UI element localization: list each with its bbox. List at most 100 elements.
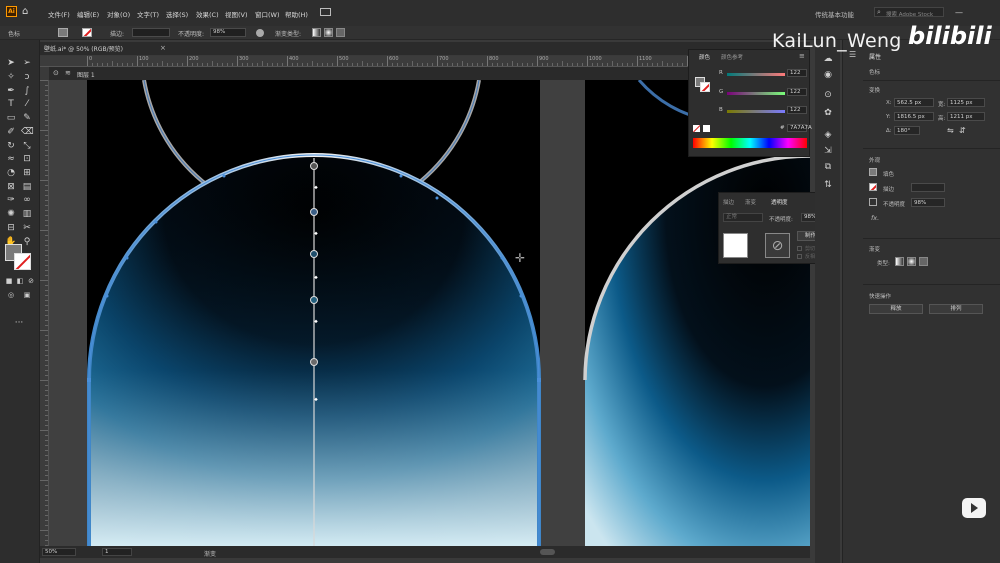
fx-button[interactable]: fx. (871, 214, 879, 222)
angle-field[interactable]: 180° (894, 126, 920, 135)
artboard-tool-icon[interactable]: ⊟ (5, 223, 17, 233)
home-icon[interactable]: ⌂ (22, 7, 28, 17)
perspective-grid-icon[interactable]: ⊞ (21, 168, 33, 178)
channel-g-slider[interactable] (727, 92, 785, 95)
arrange-documents-icon[interactable] (320, 8, 331, 16)
export-icon[interactable]: ⇲ (823, 146, 833, 156)
mesh-tool-icon[interactable]: ⊠ (5, 182, 17, 192)
rectangle-tool-icon[interactable]: ▭ (5, 113, 17, 123)
search-stock-field[interactable]: ⌕ 搜索 Adobe Stock (874, 7, 944, 18)
direct-selection-tool-icon[interactable]: ➢ (21, 58, 33, 68)
menu-type[interactable]: 文字(T) (137, 9, 159, 19)
fill-swatch[interactable] (58, 28, 68, 37)
tab-transparency[interactable]: 透明度 (771, 198, 788, 206)
stroke-weight-field[interactable] (911, 183, 945, 192)
menu-effect[interactable]: 效果(C) (196, 9, 219, 19)
channel-b-slider[interactable] (727, 110, 785, 113)
arrange-button[interactable]: 排列 (929, 304, 983, 314)
free-transform-icon[interactable]: ⊡ (21, 154, 33, 164)
horizontal-scrollbar[interactable] (540, 549, 555, 555)
menu-object[interactable]: 对象(O) (107, 9, 130, 19)
menu-view[interactable]: 视图(V) (225, 9, 248, 19)
fill-swatch[interactable] (869, 168, 877, 176)
layers-panel-icon[interactable]: ◈ (823, 130, 833, 140)
freeform-gradient-button[interactable] (336, 28, 345, 37)
flip-vertical-icon[interactable]: ⇵ (959, 126, 966, 135)
blend-tool-icon[interactable]: ∞ (21, 195, 33, 205)
panel-menu-icon[interactable]: ≡ (799, 52, 805, 60)
channel-g-value[interactable]: 122 (787, 88, 807, 96)
graph-tool-icon[interactable]: ▥ (21, 209, 33, 219)
radial-gradient-button[interactable] (324, 28, 333, 37)
eyedropper-icon[interactable]: ✑ (5, 195, 17, 205)
clip-checkbox[interactable] (797, 246, 802, 251)
opacity-field[interactable]: 98% (911, 198, 945, 207)
document-tab[interactable]: 壁纸.ai* @ 50% (RGB/预览) (44, 44, 123, 53)
curvature-tool-icon[interactable]: ∫ (21, 86, 33, 96)
more-tools-icon[interactable]: ··· (13, 318, 25, 328)
recolor-icon[interactable] (256, 29, 264, 37)
brushes-icon[interactable]: ✿ (823, 108, 833, 118)
draw-mode-icon[interactable]: ◎ (5, 290, 17, 300)
menu-window[interactable]: 窗口(W) (255, 9, 280, 19)
minimize-icon[interactable]: — (955, 8, 963, 17)
linear-gradient-button[interactable] (312, 28, 321, 37)
close-tab-icon[interactable]: × (160, 44, 166, 52)
properties-title[interactable]: 属性 (869, 52, 881, 61)
libraries-icon[interactable]: ☁ (823, 54, 833, 64)
opacity-field[interactable]: 98% (210, 28, 246, 37)
shape-builder-icon[interactable]: ◔ (5, 168, 17, 178)
screen-mode-icon[interactable]: ▣ (21, 290, 33, 300)
white-swatch[interactable] (703, 125, 710, 132)
channel-b-value[interactable]: 122 (787, 106, 807, 114)
menu-file[interactable]: 文件(F) (48, 9, 70, 19)
menu-select[interactable]: 选择(S) (166, 9, 188, 19)
lasso-icon[interactable]: ↄ (21, 72, 33, 82)
linear-gradient-button[interactable] (895, 257, 904, 266)
gradient-tool-icon[interactable]: ▤ (21, 182, 33, 192)
x-field[interactable]: 562.5 px (894, 98, 934, 107)
pen-tool-icon[interactable]: ✒ (5, 86, 17, 96)
radial-gradient-button[interactable] (907, 257, 916, 266)
slice-tool-icon[interactable]: ✂ (21, 223, 33, 233)
none-mode-icon[interactable]: ⊘ (25, 276, 37, 286)
tab-color[interactable]: 颜色 (699, 53, 710, 61)
workspace-switcher[interactable]: 传统基本功能 (815, 9, 854, 19)
type-tool-icon[interactable]: T (5, 99, 17, 109)
vertical-ruler[interactable] (40, 80, 49, 546)
color-panel-icon[interactable]: ◉ (823, 70, 833, 80)
none-swatch[interactable] (693, 125, 700, 132)
hex-value[interactable]: 7A7A7A (787, 124, 812, 132)
selection-tool-icon[interactable]: ➤ (5, 58, 17, 68)
layer-name[interactable]: 图层 1 (77, 70, 95, 79)
stroke-swatch[interactable] (869, 183, 877, 191)
zoom-field[interactable]: 50% (42, 548, 76, 556)
channel-r-slider[interactable] (727, 73, 785, 76)
freeform-gradient-button[interactable] (919, 257, 928, 266)
stroke-label[interactable]: 描边 (883, 185, 894, 193)
artboards-icon[interactable]: ⧉ (823, 162, 833, 172)
swatches-icon[interactable]: ⊙ (823, 90, 833, 100)
stroke-weight-field[interactable] (132, 28, 170, 37)
mask-thumbnail-icon[interactable]: ⊘ (765, 233, 790, 258)
artboard-nav[interactable]: 1 (102, 548, 132, 556)
line-tool-icon[interactable]: ⁄ (21, 99, 33, 109)
flip-horizontal-icon[interactable]: ⇋ (947, 126, 954, 135)
paintbrush-icon[interactable]: ✎ (21, 113, 33, 123)
stroke-color-box[interactable] (14, 253, 31, 270)
width-field[interactable]: 1125 px (947, 98, 985, 107)
y-field[interactable]: 1816.5 px (894, 112, 934, 121)
tab-gradient[interactable]: 渐变 (745, 198, 756, 206)
rotate-tool-icon[interactable]: ↻ (5, 141, 17, 151)
shaper-tool-icon[interactable]: ✐ (5, 127, 17, 137)
align-icon[interactable]: ⇅ (823, 180, 833, 190)
magic-wand-icon[interactable]: ✧ (5, 72, 17, 82)
tab-color-guide[interactable]: 颜色参考 (721, 53, 743, 61)
invert-checkbox[interactable] (797, 254, 802, 259)
blend-mode-select[interactable]: 正常 (723, 213, 763, 222)
opacity-label[interactable]: 不透明度 (883, 200, 905, 208)
stroke-swatch[interactable] (82, 28, 92, 37)
zoom-tool-icon[interactable]: ⚲ (21, 237, 33, 247)
menu-edit[interactable]: 编辑(E) (77, 9, 99, 19)
symbol-sprayer-icon[interactable]: ✺ (5, 209, 17, 219)
